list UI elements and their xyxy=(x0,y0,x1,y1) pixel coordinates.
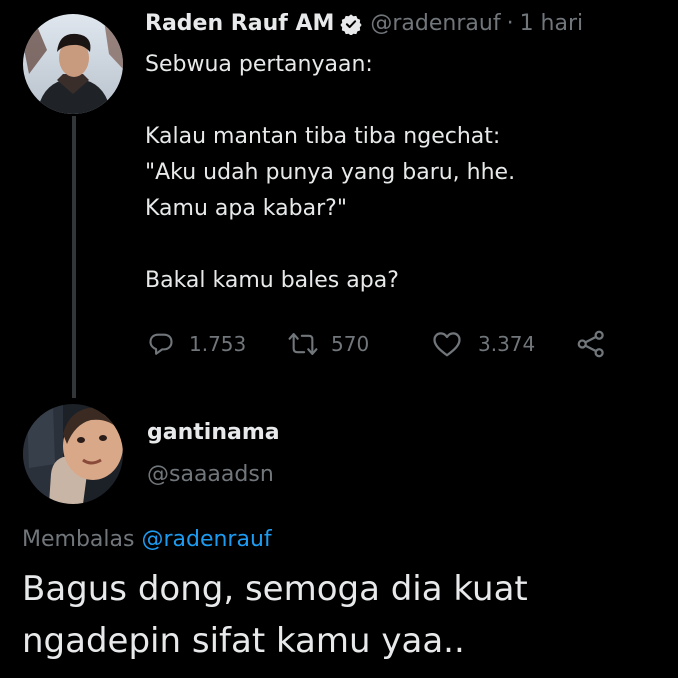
tweet-text: Sebwua pertanyaan: Kalau mantan tiba tib… xyxy=(145,52,516,293)
replying-to-handle-link[interactable]: @radenrauf xyxy=(141,527,271,552)
reply-text: Bagus dong, semoga dia kuat ngadepin sif… xyxy=(22,569,528,661)
retweet-count: 570 xyxy=(331,332,370,356)
retweet-icon xyxy=(287,330,319,358)
share-button[interactable] xyxy=(576,327,606,361)
reply-author-handle[interactable]: @saaaadsn xyxy=(147,462,274,487)
verified-badge-icon xyxy=(340,13,363,35)
author-avatar[interactable] xyxy=(23,14,123,114)
author-handle[interactable]: @radenrauf xyxy=(370,9,500,39)
reply-author-avatar[interactable] xyxy=(23,404,123,504)
replying-to: Membalas @radenrauf xyxy=(22,527,272,552)
tweet-header: Raden Rauf AM @radenrauf · 1 hari xyxy=(145,9,583,39)
replying-to-label: Membalas xyxy=(22,527,135,552)
reply-button[interactable]: 1.753 xyxy=(147,327,246,361)
like-icon xyxy=(432,330,462,358)
author-name[interactable]: Raden Rauf AM xyxy=(145,9,334,39)
thread-line xyxy=(72,116,76,398)
share-icon xyxy=(576,329,606,359)
reply-count: 1.753 xyxy=(189,332,247,356)
retweet-button[interactable]: 570 xyxy=(287,327,369,361)
like-count: 3.374 xyxy=(478,332,536,356)
tweet-time[interactable]: 1 hari xyxy=(520,9,584,39)
time-separator: · xyxy=(506,11,514,36)
reply-author-name[interactable]: gantinama xyxy=(147,420,280,445)
like-button[interactable]: 3.374 xyxy=(432,327,535,361)
reply-icon xyxy=(147,330,175,358)
